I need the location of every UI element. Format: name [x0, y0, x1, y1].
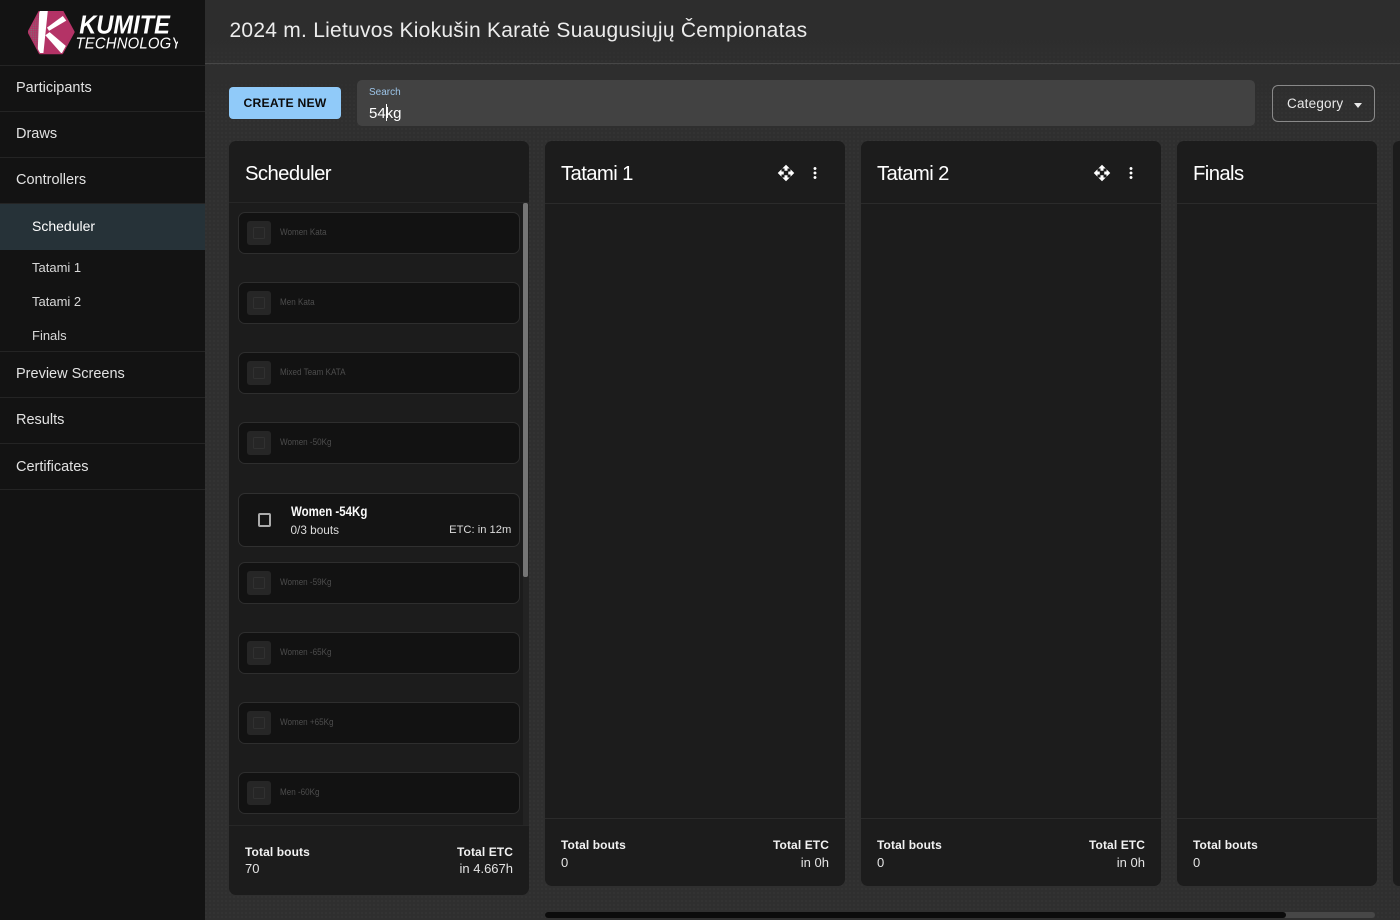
svg-text:TECHNOLOGY: TECHNOLOGY [76, 35, 179, 53]
